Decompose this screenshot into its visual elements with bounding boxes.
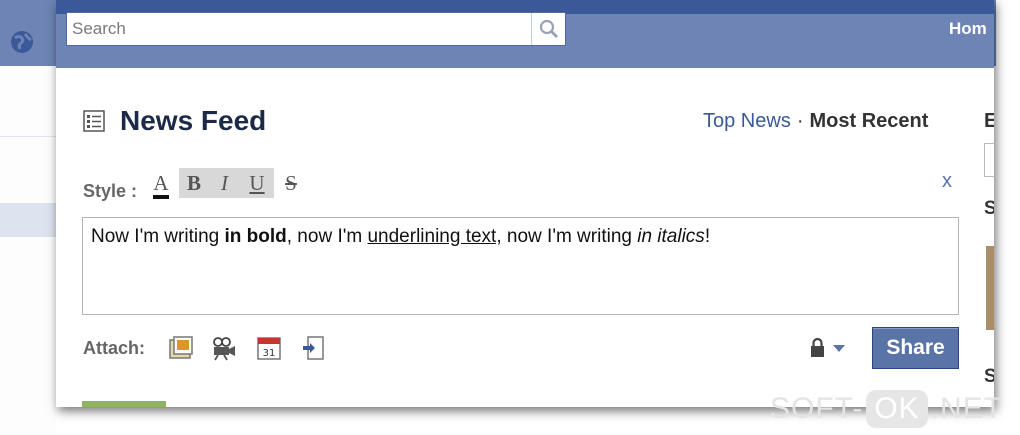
watermark: SOFT- OK .NET: [770, 390, 1003, 430]
zoomed-panel: Hom News Feed Top News·Most Recent E Sty…: [56, 0, 994, 407]
underlined-text: underlining text,: [367, 226, 502, 247]
background-right-area: [996, 0, 1020, 435]
right-column-heading: S: [984, 198, 994, 219]
composer-text: now I'm writing: [501, 226, 638, 247]
italic-text: in italics: [637, 226, 705, 247]
background-selected-item: [0, 203, 56, 237]
right-column-input[interactable]: [984, 143, 994, 177]
strikethrough-button[interactable]: S: [276, 168, 306, 198]
bold-button[interactable]: B: [179, 168, 209, 198]
photo-icon[interactable]: [167, 334, 195, 362]
font-color-button[interactable]: A: [148, 168, 174, 199]
attach-label: Attach:: [83, 338, 145, 358]
underline-button[interactable]: U: [240, 168, 274, 198]
feed-sort: Top News · Most Recent: [703, 110, 928, 133]
right-column-image: [986, 246, 994, 330]
divider: [0, 136, 56, 137]
italic-button[interactable]: I: [209, 168, 240, 198]
composer-text: !: [704, 226, 711, 247]
search-button[interactable]: [531, 13, 565, 45]
search-input[interactable]: [67, 13, 531, 45]
status-composer[interactable]: Now I'm writing in bold, now I'm underli…: [82, 217, 959, 315]
watermark-middle: OK: [866, 390, 928, 428]
composer-text: Now I'm writing: [91, 226, 225, 247]
news-feed-icon: [83, 110, 105, 132]
home-link[interactable]: Hom: [949, 12, 987, 46]
most-recent-link[interactable]: Most Recent: [809, 110, 928, 132]
style-label: Style :: [83, 181, 138, 201]
sort-separator: ·: [796, 110, 804, 132]
watermark-right: .NET: [930, 392, 1004, 425]
background-left-column: [0, 66, 56, 435]
share-button[interactable]: Share: [872, 327, 959, 369]
close-button[interactable]: x: [942, 170, 952, 193]
privacy-lock-icon[interactable]: [809, 336, 851, 360]
font-color-label: A: [153, 171, 169, 199]
story-thumbnail: [82, 401, 166, 407]
top-news-link[interactable]: Top News: [703, 110, 791, 132]
watermark-left: SOFT-: [770, 392, 864, 425]
video-icon[interactable]: [209, 334, 237, 362]
right-column-heading: E: [984, 110, 994, 132]
svg-text:31: 31: [263, 348, 276, 359]
page-title: News Feed: [120, 105, 267, 136]
link-icon[interactable]: [299, 334, 327, 362]
right-column-heading: S: [984, 366, 994, 387]
search-box: [66, 12, 566, 46]
bold-text: in bold: [224, 226, 287, 247]
event-icon[interactable]: 31: [255, 334, 283, 362]
globe-icon[interactable]: [8, 28, 36, 56]
composer-text: , now I'm: [286, 226, 368, 247]
search-icon: [539, 19, 559, 39]
